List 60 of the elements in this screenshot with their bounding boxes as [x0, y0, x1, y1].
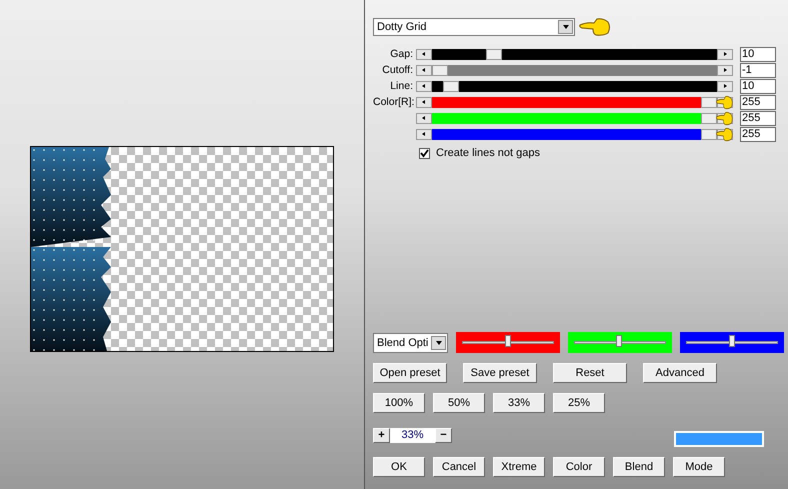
checkbox[interactable] [419, 148, 430, 158]
slider-label: Line: [389, 80, 413, 92]
preset-button[interactable]: Save preset [463, 363, 537, 383]
slider[interactable] [416, 64, 733, 76]
slider-thumb[interactable] [701, 112, 717, 124]
value-field[interactable]: -1 [740, 62, 776, 78]
caret-icon [421, 131, 427, 137]
dialog-button[interactable]: Blend [613, 457, 665, 477]
dialog-button[interactable]: Cancel [433, 457, 485, 477]
dialog-button[interactable]: Mode [673, 457, 725, 477]
slider-thumb[interactable] [616, 335, 622, 347]
slider[interactable] [416, 96, 733, 108]
zoom-in-button[interactable]: + [373, 428, 390, 442]
value-field[interactable]: 255 [740, 126, 776, 142]
color-slider[interactable] [680, 332, 784, 353]
zoom-button[interactable]: 50% [433, 393, 485, 413]
caret-icon [421, 51, 427, 57]
slider-label: Gap: [389, 48, 413, 60]
preset-button[interactable]: Open preset [373, 363, 447, 383]
zoom-out-button[interactable]: − [435, 428, 452, 442]
dialog-button[interactable]: Xtreme [493, 457, 545, 477]
value-field[interactable]: 10 [740, 78, 776, 94]
slider-thumb[interactable] [486, 48, 502, 60]
value-field[interactable]: 255 [740, 94, 776, 110]
slider-thumb[interactable] [442, 80, 459, 92]
slider[interactable] [416, 128, 733, 140]
caret-icon [421, 83, 427, 89]
zoom-button[interactable]: 33% [493, 393, 545, 413]
caret-icon [722, 67, 728, 73]
slider-thumb[interactable] [729, 335, 735, 347]
zoom-field[interactable]: 33% [390, 428, 435, 442]
slider-thumb[interactable] [701, 96, 717, 108]
slider-thumb[interactable] [505, 335, 511, 347]
slider-thumb[interactable] [432, 64, 448, 76]
slider-thumb[interactable] [701, 128, 717, 140]
value-field[interactable]: 10 [740, 46, 776, 62]
zoom-button[interactable]: 25% [553, 393, 605, 413]
caret-icon [562, 24, 568, 30]
slider[interactable] [416, 48, 733, 60]
preset-dropdown[interactable]: Dotty Grid [373, 18, 575, 36]
slider-label: Color[R]: [373, 96, 413, 108]
preset-button[interactable]: Reset [553, 363, 627, 383]
dialog-button[interactable]: OK [373, 457, 425, 477]
checkbox-label: Create lines not gaps [436, 147, 540, 159]
caret-icon [421, 99, 427, 105]
slider-label: Cutoff: [381, 64, 413, 76]
caret-icon [421, 115, 427, 121]
caret-icon [436, 340, 442, 346]
caret-icon [722, 51, 728, 57]
slider[interactable] [416, 80, 733, 92]
color-slider[interactable] [568, 332, 672, 353]
zoom-button[interactable]: 100% [373, 393, 425, 413]
color-slider[interactable] [456, 332, 560, 353]
caret-icon [421, 67, 427, 73]
dialog-button[interactable]: Color [553, 457, 605, 477]
caret-icon [722, 83, 728, 89]
value-field[interactable]: 255 [740, 110, 776, 126]
slider[interactable] [416, 112, 733, 124]
blend-dropdown[interactable]: Blend Opti [373, 332, 448, 352]
preset-button[interactable]: Advanced [643, 363, 717, 383]
